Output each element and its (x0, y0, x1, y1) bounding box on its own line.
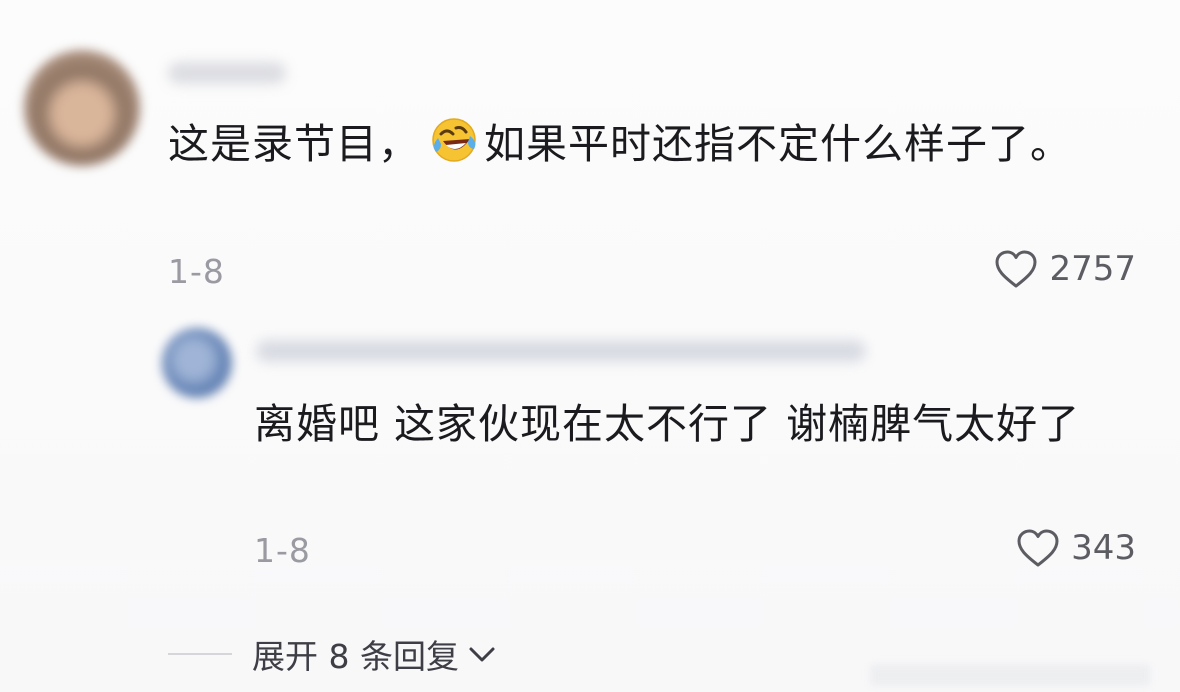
reply-like-button[interactable]: 343 (1015, 527, 1136, 569)
chevron-down-icon (469, 647, 495, 662)
comment-like-count: 2757 (1049, 249, 1136, 289)
reply-like-count: 343 (1071, 528, 1136, 568)
comment-thread: 这是录节目， 如果平时还指不定什么样子了。 1-8 2757 离婚吧 这家伙现在… (0, 0, 1180, 692)
blurred-watermark (870, 664, 1150, 686)
comment-date: 1-8 (168, 252, 225, 291)
heart-outline-icon (995, 250, 1037, 288)
commenter-name-blurred[interactable] (168, 62, 286, 84)
comment-text: 这是录节目， 如果平时还指不定什么样子了。 (168, 110, 1098, 178)
commenter-avatar[interactable] (24, 50, 140, 166)
expand-replies-button[interactable]: 展开 8 条回复 (168, 630, 497, 678)
comment-text-part2: 如果平时还指不定什么样子了。 (484, 120, 1072, 168)
reply-name-blurred[interactable] (256, 340, 866, 362)
expand-replies-label: 展开 8 条回复 (252, 637, 459, 676)
comment-text-part1: 这是录节目， (168, 120, 420, 168)
rofl-emoji-icon (432, 118, 476, 162)
reply-text: 离婚吧 这家伙现在太不行了 谢楠脾气太好了 (254, 400, 1081, 448)
comment-like-button[interactable]: 2757 (993, 248, 1136, 290)
reply-avatar[interactable] (162, 328, 232, 398)
reply-date: 1-8 (254, 531, 311, 570)
heart-outline-icon (1017, 529, 1059, 567)
divider-line (168, 653, 232, 655)
